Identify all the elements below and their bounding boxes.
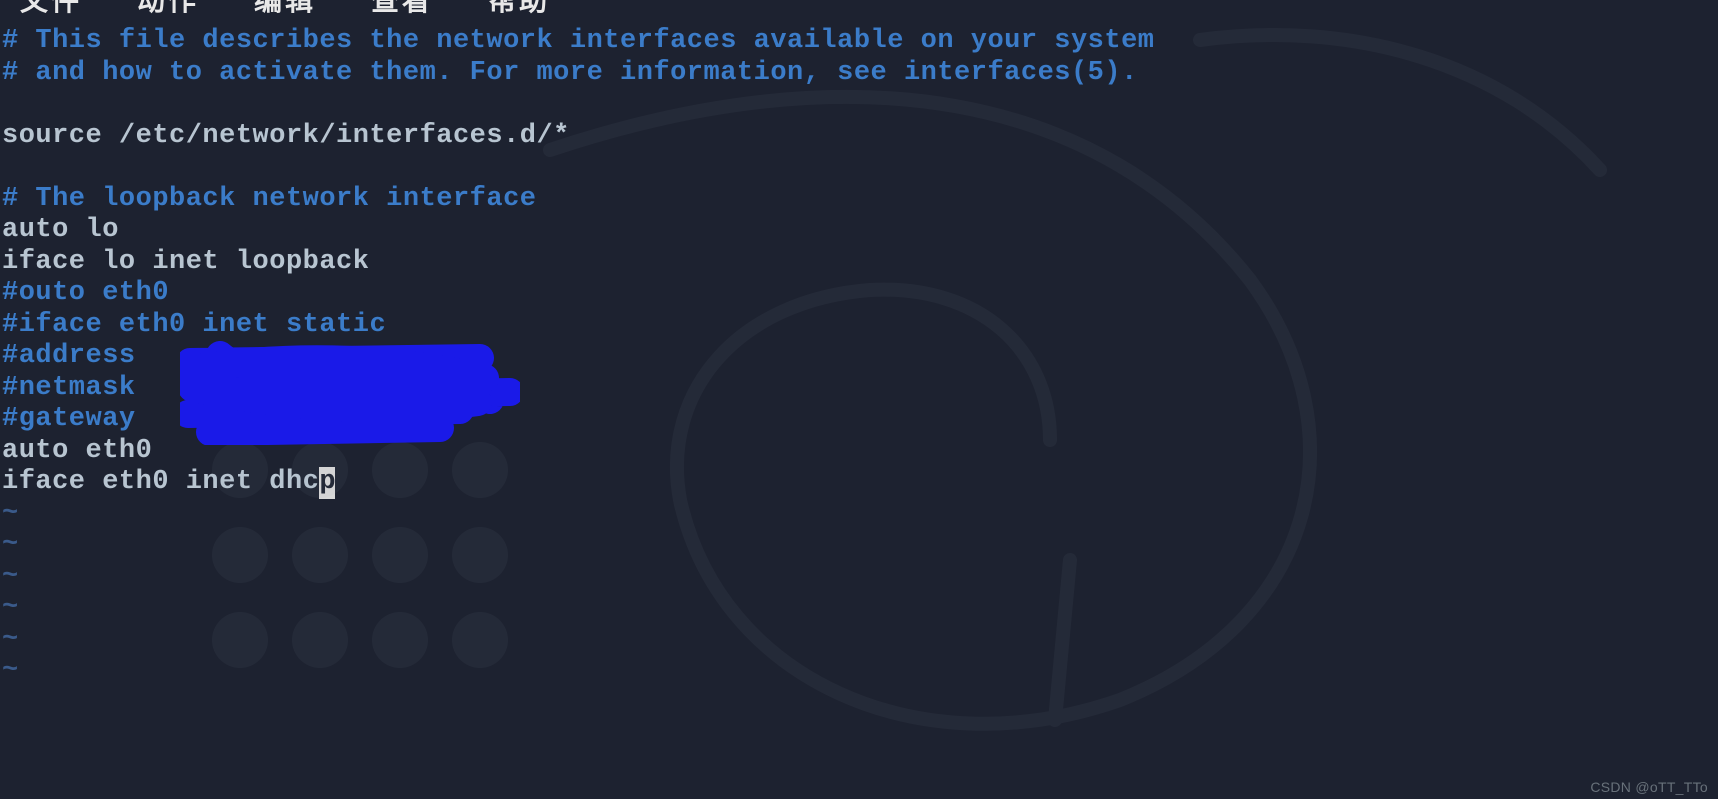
- empty-line-tilde: ~: [2, 625, 1718, 657]
- empty-line-tilde: ~: [2, 530, 1718, 562]
- editor-line[interactable]: auto eth0: [2, 436, 1718, 468]
- menu-edit[interactable]: 编辑: [254, 0, 316, 9]
- menu-action[interactable]: 动作: [137, 0, 199, 9]
- menu-help[interactable]: 帮助: [488, 0, 550, 9]
- editor-line[interactable]: #iface eth0 inet static: [2, 310, 1718, 342]
- editor-line[interactable]: #gateway: [2, 404, 1718, 436]
- menubar: 文件 动作 编辑 查看 帮助: [0, 0, 1718, 18]
- empty-line-tilde: ~: [2, 562, 1718, 594]
- menu-view[interactable]: 查看: [371, 0, 433, 9]
- editor-line[interactable]: # The loopback network interface: [2, 184, 1718, 216]
- editor-line[interactable]: iface lo inet loopback: [2, 247, 1718, 279]
- editor-line[interactable]: #outo eth0: [2, 278, 1718, 310]
- menu-file[interactable]: 文件: [20, 0, 82, 9]
- watermark-text: CSDN @oTT_TTo: [1590, 779, 1708, 795]
- editor-line[interactable]: # This file describes the network interf…: [2, 26, 1718, 58]
- editor-line[interactable]: #address: [2, 341, 1718, 373]
- editor-line[interactable]: [2, 152, 1718, 184]
- text-editor-viewport[interactable]: # This file describes the network interf…: [0, 18, 1718, 688]
- empty-line-tilde: ~: [2, 593, 1718, 625]
- editor-line[interactable]: auto lo: [2, 215, 1718, 247]
- empty-line-tilde: ~: [2, 499, 1718, 531]
- editor-line[interactable]: [2, 89, 1718, 121]
- editor-line[interactable]: #netmask: [2, 373, 1718, 405]
- editor-line[interactable]: # and how to activate them. For more inf…: [2, 58, 1718, 90]
- editor-line[interactable]: iface eth0 inet dhcp: [2, 467, 1718, 499]
- text-cursor: p: [319, 467, 335, 499]
- empty-line-tilde: ~: [2, 656, 1718, 688]
- editor-line[interactable]: source /etc/network/interfaces.d/*: [2, 121, 1718, 153]
